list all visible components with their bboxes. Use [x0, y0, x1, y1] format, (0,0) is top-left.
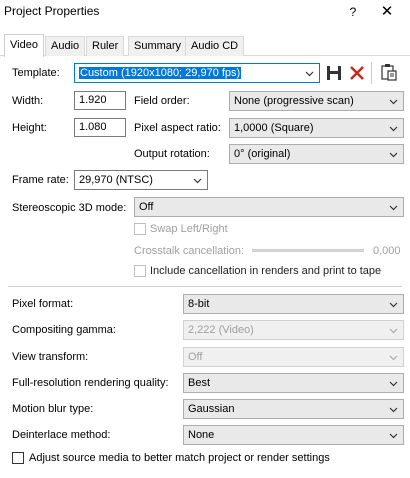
- pixel-format-value: 8-bit: [188, 298, 210, 310]
- adjust-source-label: Adjust source media to better match proj…: [29, 452, 330, 464]
- section-divider: [8, 286, 402, 287]
- height-input[interactable]: 1.080: [74, 118, 126, 137]
- stereo-value: Off: [139, 201, 154, 213]
- include-cancellation-label: Include cancellation in renders and prin…: [150, 265, 382, 277]
- chevron-down-icon: [389, 302, 398, 308]
- compositing-dropdown[interactable]: 2,222 (Video): [183, 320, 404, 340]
- motion-blur-label: Motion blur type:: [12, 403, 94, 415]
- pixel-format-dropdown[interactable]: 8-bit: [183, 294, 404, 314]
- crosstalk-value: 0,000: [373, 245, 401, 257]
- width-label: Width:: [12, 95, 44, 107]
- tab-audio[interactable]: Audio: [45, 36, 86, 56]
- chevron-down-icon: [389, 381, 398, 387]
- frame-rate-dropdown[interactable]: 29,970 (NTSC): [74, 170, 208, 190]
- stereo-dropdown[interactable]: Off: [134, 197, 404, 217]
- chevron-down-icon: [193, 178, 202, 184]
- chevron-down-icon: [389, 328, 398, 334]
- crosstalk-slider[interactable]: [252, 249, 364, 252]
- toolbar-divider: [371, 62, 372, 84]
- motion-blur-value: Gaussian: [188, 403, 235, 415]
- chevron-down-icon: [389, 99, 398, 105]
- pixel-format-label: Pixel format:: [12, 298, 74, 310]
- width-input[interactable]: 1.920: [74, 91, 126, 110]
- paste-icon[interactable]: [380, 63, 398, 81]
- output-rotation-value: 0° (original): [234, 148, 291, 160]
- fullres-value: Best: [188, 377, 211, 389]
- field-order-dropdown[interactable]: None (progressive scan): [229, 91, 404, 111]
- pixel-aspect-label: Pixel aspect ratio:: [134, 122, 221, 134]
- close-button[interactable]: ✕: [376, 1, 398, 23]
- save-icon[interactable]: [325, 64, 343, 82]
- view-transform-value: Off: [188, 351, 203, 363]
- swap-checkbox[interactable]: [134, 223, 146, 235]
- fullres-label: Full-resolution rendering quality:: [12, 377, 169, 389]
- window-title: Project Properties: [4, 4, 100, 18]
- crosstalk-label: Crosstalk cancellation:: [134, 245, 245, 257]
- frame-rate-value: 29,970 (NTSC): [79, 174, 153, 186]
- compositing-value: 2,222 (Video): [188, 324, 254, 336]
- stereo-label: Stereoscopic 3D mode:: [12, 202, 127, 214]
- include-cancellation-checkbox[interactable]: [134, 265, 146, 277]
- pixel-aspect-value: 1,0000 (Square): [234, 122, 314, 134]
- template-label: Template:: [12, 67, 60, 79]
- output-rotation-label: Output rotation:: [134, 148, 210, 160]
- view-transform-dropdown[interactable]: Off: [183, 347, 404, 367]
- deinterlace-label: Deinterlace method:: [12, 429, 111, 441]
- field-order-label: Field order:: [134, 95, 190, 107]
- chevron-down-icon: [389, 152, 398, 158]
- chevron-down-icon: [389, 355, 398, 361]
- swap-label: Swap Left/Right: [150, 223, 228, 235]
- view-transform-label: View transform:: [12, 351, 89, 363]
- adjust-source-checkbox[interactable]: [12, 452, 24, 464]
- delete-icon[interactable]: [348, 64, 366, 82]
- chevron-down-icon: [389, 433, 398, 439]
- title-bar: Project Properties ? ✕: [0, 0, 410, 26]
- height-label: Height:: [12, 122, 47, 134]
- chevron-down-icon: [389, 205, 398, 211]
- field-order-value: None (progressive scan): [234, 95, 354, 107]
- tab-summary[interactable]: Summary: [128, 36, 188, 56]
- chevron-down-icon: [389, 126, 398, 132]
- tab-audio-cd[interactable]: Audio CD: [185, 36, 245, 56]
- deinterlace-value: None: [188, 429, 215, 441]
- motion-blur-dropdown[interactable]: Gaussian: [183, 399, 404, 419]
- tab-ruler[interactable]: Ruler: [86, 36, 125, 56]
- pixel-aspect-dropdown[interactable]: 1,0000 (Square): [229, 118, 404, 138]
- chevron-down-icon: [305, 71, 314, 77]
- tab-video[interactable]: Video: [4, 34, 44, 57]
- frame-rate-label: Frame rate:: [12, 174, 69, 186]
- template-dropdown[interactable]: Custom (1920x1080; 29,970 fps): [74, 63, 320, 83]
- tab-strip: Video Audio Ruler Summary Audio CD: [0, 34, 410, 57]
- deinterlace-dropdown[interactable]: None: [183, 425, 404, 445]
- chevron-down-icon: [389, 407, 398, 413]
- compositing-label: Compositing gamma:: [12, 324, 116, 336]
- output-rotation-dropdown[interactable]: 0° (original): [229, 144, 404, 164]
- template-value: Custom (1920x1080; 29,970 fps): [79, 67, 242, 79]
- help-button[interactable]: ?: [344, 2, 362, 22]
- fullres-dropdown[interactable]: Best: [183, 373, 404, 393]
